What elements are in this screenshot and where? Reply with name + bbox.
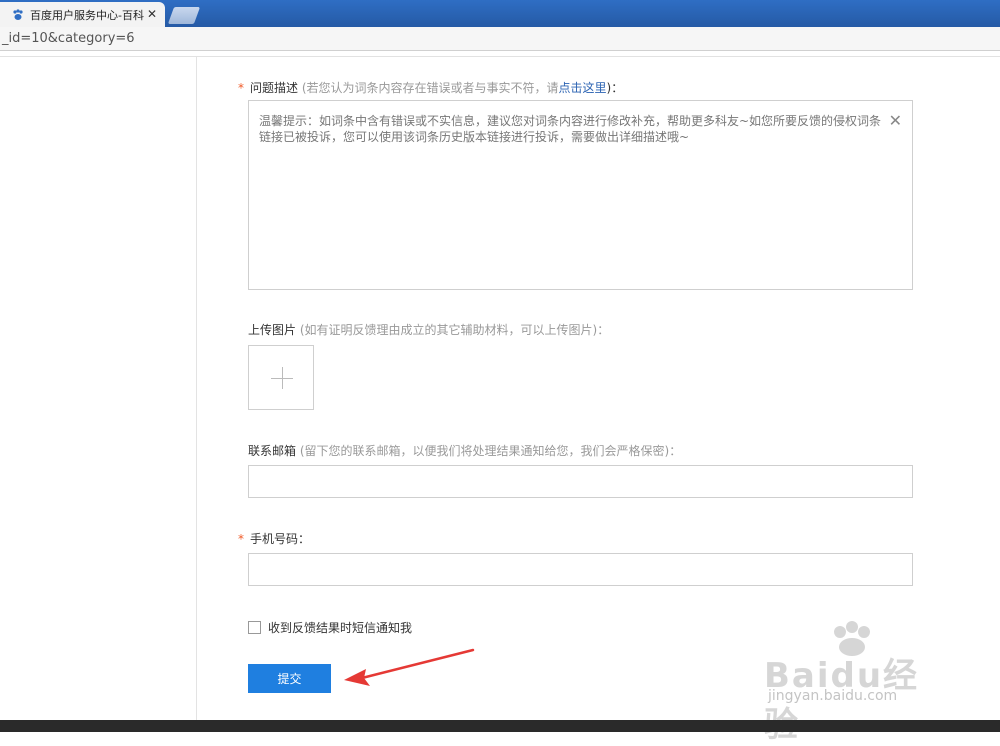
sidebar-divider [196, 57, 197, 720]
email-input[interactable] [248, 465, 913, 498]
url-text: _id=10&category=6 [2, 31, 135, 46]
upload-label: 上传图片 [248, 323, 297, 337]
address-bar[interactable]: _id=10&category=6 [0, 27, 1000, 51]
problem-tip: 温馨提示：如词条中含有错误或不实信息，建议您对词条内容进行修改补充，帮助更多科友… [259, 114, 882, 144]
sms-notify-checkbox[interactable] [248, 621, 261, 634]
email-label-row: 联系邮箱 (留下您的联系邮箱，以便我们将处理结果通知给您，我们会严格保密)： [248, 442, 681, 459]
phone-input[interactable] [248, 553, 913, 586]
tab-title: 百度用户服务中心-百科 [30, 8, 144, 22]
email-hint: (留下您的联系邮箱，以便我们将处理结果通知给您，我们会严格保密)： [296, 444, 682, 458]
toolbar-divider [0, 51, 1000, 57]
phone-label-row: * 手机号码： [238, 530, 310, 547]
click-here-link[interactable]: 点击这里 [559, 81, 607, 95]
required-mark: * [238, 532, 244, 546]
annotation-arrow-icon [344, 648, 475, 686]
watermark-url: jingyan.baidu.com [768, 688, 898, 704]
baidu-jingyan-watermark: Baidu经验 jingyan.baidu.com [742, 620, 952, 745]
taskbar [0, 720, 1000, 732]
submit-button[interactable]: 提交 [248, 664, 331, 693]
baidu-paw-icon [13, 8, 23, 20]
problem-hint-suffix: )： [606, 81, 624, 95]
sms-notify-label[interactable]: 收到反馈结果时短信通知我 [268, 619, 412, 636]
tab-close-icon[interactable]: ✕ [147, 7, 157, 21]
problem-label: 问题描述 [250, 81, 299, 95]
upload-label-row: 上传图片 (如有证明反馈理由成立的其它辅助材料，可以上传图片)： [248, 321, 609, 338]
required-mark: * [238, 81, 244, 95]
upload-hint: (如有证明反馈理由成立的其它辅助材料，可以上传图片)： [296, 323, 610, 337]
email-label: 联系邮箱 [248, 444, 297, 458]
problem-hint: (若您认为词条内容存在错误或者与事实不符，请 [298, 81, 559, 95]
problem-textarea[interactable]: 温馨提示：如词条中含有错误或不实信息，建议您对词条内容进行修改补充，帮助更多科友… [248, 100, 913, 290]
browser-tab-bar: 百度用户服务中心-百科 ✕ [0, 0, 1000, 27]
upload-image-button[interactable] [248, 345, 314, 410]
problem-label-row: * 问题描述 (若您认为词条内容存在错误或者与事实不符，请点击这里)： [238, 79, 623, 96]
close-tip-icon[interactable]: ✕ [889, 111, 902, 130]
phone-label: 手机号码： [250, 532, 311, 546]
plus-icon-vertical [282, 367, 283, 389]
browser-tab-active[interactable]: 百度用户服务中心-百科 ✕ [0, 2, 165, 27]
new-tab-button[interactable] [167, 7, 201, 24]
